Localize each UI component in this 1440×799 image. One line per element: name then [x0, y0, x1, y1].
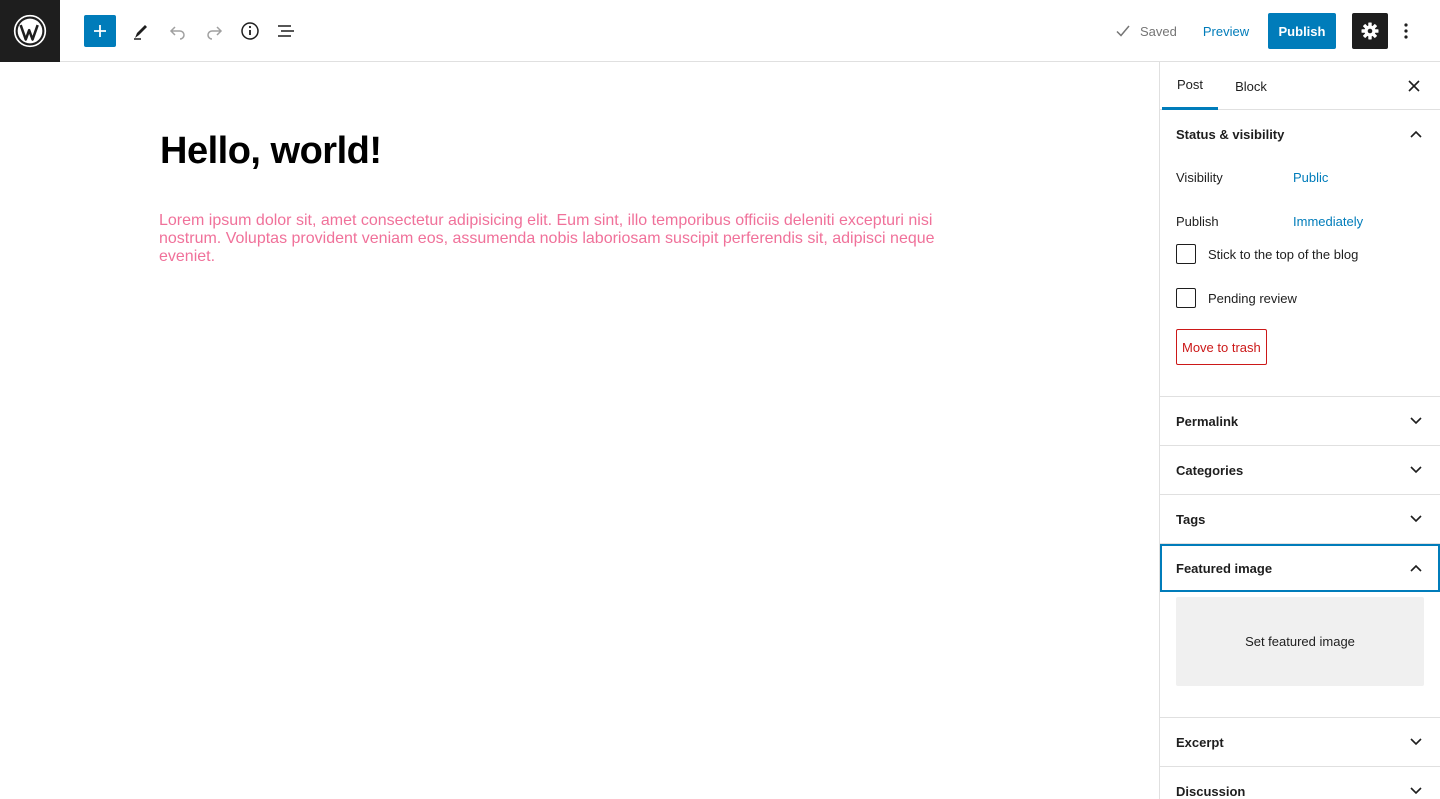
discussion-toggle[interactable]: Discussion [1160, 767, 1440, 799]
preview-button[interactable]: Preview [1192, 14, 1260, 48]
status-visibility-panel: Status & visibility Visibility Public Pu… [1160, 110, 1440, 397]
pending-review-checkbox[interactable] [1176, 288, 1196, 308]
tab-block[interactable]: Block [1230, 62, 1272, 110]
visibility-label: Visibility [1176, 169, 1223, 185]
pending-option: Pending review [1176, 288, 1297, 308]
undo-icon [169, 26, 185, 40]
panel-title: Discussion [1176, 783, 1246, 799]
sticky-label: Stick to the top of the blog [1208, 246, 1359, 262]
chevron-down-icon [1408, 462, 1424, 478]
excerpt-panel: Excerpt [1160, 718, 1440, 767]
sticky-option: Stick to the top of the blog [1176, 244, 1358, 264]
categories-panel: Categories [1160, 446, 1440, 495]
publish-label: Publish [1176, 213, 1219, 229]
more-options-button[interactable] [1394, 15, 1418, 47]
panel-title: Tags [1176, 511, 1206, 527]
status-visibility-toggle[interactable]: Status & visibility [1160, 110, 1440, 158]
visibility-row: Visibility Public [1176, 166, 1328, 188]
editor-header: Saved Preview Publish [0, 0, 1440, 62]
add-block-button[interactable] [84, 15, 116, 47]
featured-image-toggle[interactable]: Featured image [1160, 544, 1440, 592]
featured-image-panel: Featured image Set featured image [1160, 544, 1440, 718]
permalink-panel: Permalink [1160, 397, 1440, 446]
chevron-up-icon [1408, 560, 1424, 576]
status-visibility-body: Visibility Public Publish Immediately St… [1160, 158, 1440, 396]
set-featured-image-button[interactable]: Set featured image [1176, 597, 1424, 686]
edit-tool-button[interactable] [125, 15, 157, 47]
paragraph-block[interactable]: Lorem ipsum dolor sit, amet consectetur … [159, 212, 979, 266]
excerpt-toggle[interactable]: Excerpt [1160, 718, 1440, 766]
visibility-value-link[interactable]: Public [1293, 170, 1328, 185]
list-view-icon [278, 25, 294, 37]
publish-button[interactable]: Publish [1268, 13, 1336, 49]
panel-title: Status & visibility [1176, 126, 1285, 142]
panel-title: Featured image [1176, 560, 1273, 576]
list-view-button[interactable] [270, 15, 302, 47]
undo-button[interactable] [162, 15, 194, 47]
close-icon [1408, 80, 1420, 92]
publish-date-link[interactable]: Immediately [1293, 214, 1363, 229]
settings-button[interactable] [1352, 13, 1388, 49]
info-icon [241, 22, 259, 40]
post-title[interactable]: Hello, world! [160, 130, 382, 173]
discussion-panel: Discussion [1160, 767, 1440, 799]
panel-title: Permalink [1176, 413, 1239, 429]
settings-sidebar: Post Block Status & visibility Visibilit… [1159, 62, 1440, 799]
chevron-down-icon [1408, 734, 1424, 750]
chevron-down-icon [1408, 783, 1424, 799]
pending-review-label: Pending review [1208, 290, 1297, 306]
close-sidebar-button[interactable] [1404, 76, 1424, 96]
featured-image-body: Set featured image [1160, 592, 1440, 717]
panel-title: Excerpt [1176, 734, 1224, 750]
tags-toggle[interactable]: Tags [1160, 495, 1440, 543]
wordpress-logo-icon[interactable] [0, 0, 60, 62]
details-button[interactable] [234, 15, 266, 47]
wordpress-logo-graphic [13, 14, 47, 48]
redo-button[interactable] [198, 15, 230, 47]
publish-row: Publish Immediately [1176, 210, 1363, 232]
gear-icon [1361, 22, 1379, 40]
sticky-checkbox[interactable] [1176, 244, 1196, 264]
chevron-down-icon [1408, 511, 1424, 527]
panel-title: Categories [1176, 462, 1244, 478]
tab-post[interactable]: Post [1162, 62, 1218, 110]
editor-canvas: Hello, world! Lorem ipsum dolor sit, ame… [0, 62, 1159, 799]
saved-label: Saved [1140, 23, 1177, 39]
redo-icon [207, 26, 223, 40]
move-to-trash-button[interactable]: Move to trash [1176, 329, 1267, 365]
plus-icon [94, 25, 106, 37]
sidebar-tabs: Post Block [1160, 62, 1440, 110]
chevron-up-icon [1408, 126, 1424, 142]
categories-toggle[interactable]: Categories [1160, 446, 1440, 494]
saved-indicator: Saved [1114, 20, 1177, 42]
chevron-down-icon [1408, 413, 1424, 429]
vertical-ellipsis-icon [1404, 23, 1408, 39]
check-icon [1116, 25, 1130, 37]
pencil-icon [134, 25, 147, 40]
tags-panel: Tags [1160, 495, 1440, 544]
permalink-toggle[interactable]: Permalink [1160, 397, 1440, 445]
